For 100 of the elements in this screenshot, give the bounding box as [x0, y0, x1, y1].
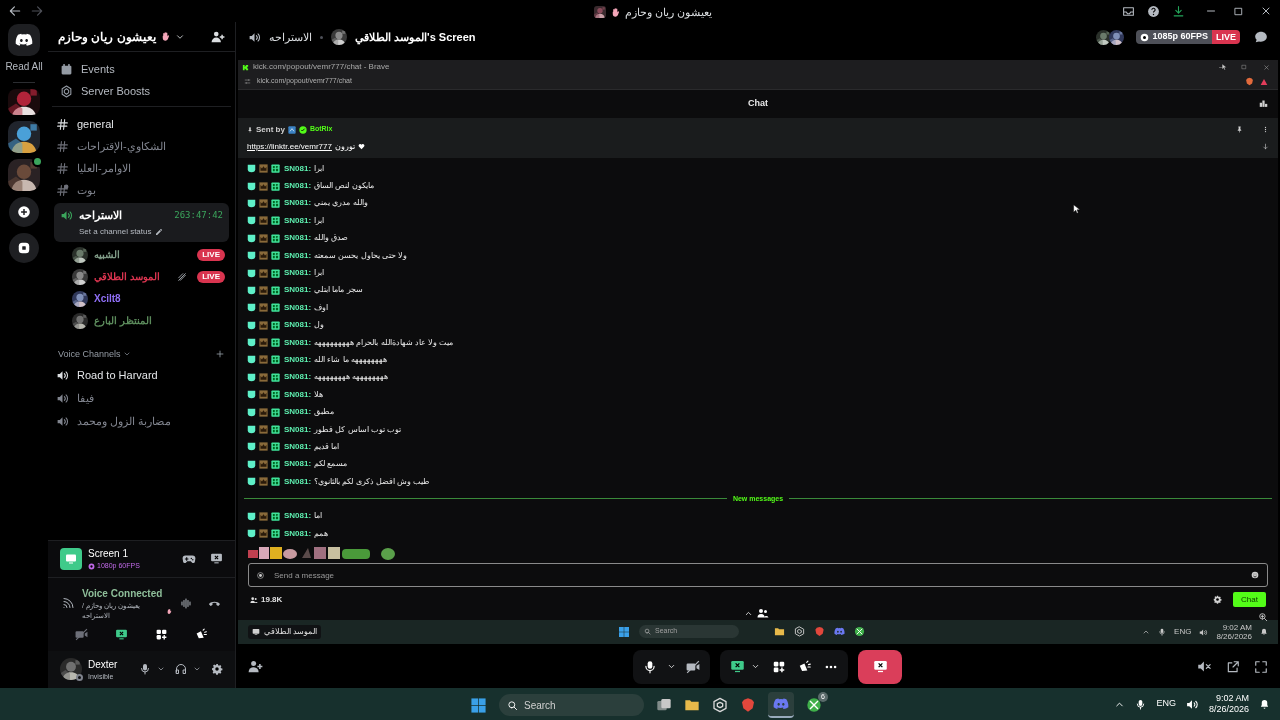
clock-time[interactable]: 9:02 AM — [1215, 693, 1249, 704]
pinned-link[interactable]: https://linktr.ee/vemr777 — [247, 140, 332, 153]
folder-icon[interactable] — [684, 697, 700, 713]
chat-username[interactable]: SN081: — [284, 284, 312, 297]
discover-button[interactable] — [9, 233, 39, 263]
mic-icon[interactable] — [1158, 628, 1167, 636]
read-all-link[interactable]: Read All — [5, 59, 43, 74]
pencil-icon[interactable] — [154, 227, 163, 236]
download-icon[interactable] — [1172, 4, 1185, 18]
member-name[interactable]: Xcilt8 — [94, 291, 121, 306]
lion-icon[interactable] — [1245, 77, 1254, 86]
chat-username[interactable]: SN081: — [284, 527, 312, 540]
member-name[interactable]: الشبيه — [94, 247, 120, 262]
add-server-button[interactable] — [9, 197, 39, 227]
app-icon[interactable] — [712, 697, 728, 713]
back-icon[interactable] — [8, 4, 22, 18]
discord-icon[interactable] — [834, 626, 845, 637]
app-icon[interactable] — [794, 626, 805, 637]
people-icon[interactable] — [757, 607, 769, 619]
chat-username[interactable]: SN081: — [284, 510, 312, 523]
chat-username[interactable]: SN081: — [284, 249, 312, 262]
channel-name[interactable]: بوت — [77, 182, 96, 199]
stop-stream-icon[interactable] — [210, 552, 223, 566]
chevron-down-icon[interactable] — [667, 662, 676, 671]
chat-username[interactable]: SN081: — [284, 301, 312, 314]
activities-icon[interactable] — [154, 627, 168, 641]
chat-send-button[interactable]: Chat — [1233, 592, 1266, 608]
help-icon[interactable] — [1147, 4, 1160, 18]
chat-username[interactable]: SN081: — [284, 388, 312, 401]
bell-icon[interactable] — [1260, 628, 1268, 636]
volume-icon[interactable] — [1199, 627, 1209, 637]
emote-menu-icon[interactable] — [257, 571, 264, 579]
triangle-icon[interactable] — [1260, 77, 1268, 86]
inbox-icon[interactable] — [1122, 4, 1135, 18]
leaderboard-icon[interactable] — [1259, 99, 1268, 108]
screen-share-icon[interactable] — [730, 659, 745, 674]
plus-icon[interactable] — [215, 349, 225, 360]
chat-username[interactable]: SN081: — [284, 371, 312, 384]
bell-icon[interactable] — [1259, 698, 1270, 710]
server-name[interactable]: يعيشون ريان وحازم — [58, 27, 156, 46]
settings-icon[interactable] — [211, 663, 223, 676]
restore-icon[interactable] — [1241, 64, 1247, 70]
channel-name[interactable]: الاستراحه — [269, 28, 312, 46]
fullscreen-icon[interactable] — [1254, 659, 1268, 674]
screen-share-icon[interactable] — [115, 627, 129, 641]
clock-date[interactable]: 8/26/2026 — [1216, 632, 1252, 641]
home-button[interactable] — [8, 24, 40, 56]
expand-icon[interactable] — [1262, 143, 1269, 150]
stop-stream-button[interactable] — [858, 649, 902, 684]
zoom-icon[interactable] — [1258, 612, 1268, 622]
category-header[interactable]: Voice Channels — [58, 347, 121, 361]
popout-icon[interactable] — [1226, 659, 1240, 674]
settings-icon[interactable] — [1213, 595, 1223, 605]
chat-username[interactable]: SN081: — [284, 232, 312, 245]
channel-name[interactable]: فيفا — [77, 389, 94, 407]
lion-icon[interactable] — [814, 626, 825, 637]
volume-muted-icon[interactable] — [1197, 659, 1212, 674]
channel-status[interactable]: Set a channel status — [79, 225, 152, 238]
mic-icon[interactable] — [139, 663, 151, 676]
more-icon[interactable] — [1262, 126, 1269, 133]
windows-logo-icon[interactable] — [618, 625, 630, 638]
maximize-icon[interactable] — [1233, 5, 1244, 17]
chat-username[interactable]: SN081: — [284, 440, 312, 453]
chat-username[interactable]: SN081: — [284, 406, 312, 419]
clock-time[interactable]: 9:02 AM — [1222, 623, 1252, 632]
soundboard-icon[interactable] — [798, 659, 812, 674]
chat-username[interactable]: SN081: — [284, 162, 312, 175]
chat-username[interactable]: SN081: — [284, 475, 312, 488]
channel-name[interactable]: Road to Harvard — [77, 366, 158, 384]
chevron-down-icon[interactable] — [751, 662, 760, 671]
chat-username[interactable]: SN081: — [284, 319, 312, 332]
pin-icon[interactable] — [1236, 126, 1243, 133]
language-indicator[interactable]: ENG — [1156, 697, 1176, 711]
search-field[interactable]: Search — [499, 694, 644, 716]
camera-off-icon[interactable] — [75, 627, 89, 641]
caret-up-icon[interactable] — [1142, 628, 1151, 636]
invite-icon[interactable] — [211, 29, 225, 44]
headphones-icon[interactable] — [175, 663, 187, 676]
invite-icon[interactable] — [248, 659, 263, 674]
chat-username[interactable]: SN081: — [284, 267, 312, 280]
discord-taskbar-button[interactable] — [768, 692, 794, 718]
activities-icon[interactable] — [772, 659, 786, 674]
chat-username[interactable]: SN081: — [284, 197, 312, 210]
chat-username[interactable]: SN081: — [284, 354, 312, 366]
chat-username[interactable]: SN081: — [284, 336, 312, 349]
chat-username[interactable]: SN081: — [284, 423, 312, 436]
folder-icon[interactable] — [774, 626, 785, 637]
chat-icon[interactable] — [1254, 30, 1268, 44]
chat-username[interactable]: SN081: — [284, 214, 312, 227]
task-view-icon[interactable] — [656, 697, 672, 713]
soundboard-icon[interactable] — [194, 627, 208, 641]
waveform-icon[interactable] — [180, 597, 193, 610]
voice-status[interactable]: Voice Connected — [82, 585, 173, 601]
emoji-icon[interactable] — [1251, 571, 1259, 580]
member-name[interactable]: المنتظر البارع — [94, 313, 152, 328]
close-icon[interactable] — [1260, 5, 1272, 17]
chat-username[interactable]: SN081: — [284, 458, 312, 471]
windows-logo-icon[interactable] — [470, 696, 487, 714]
channel-name[interactable]: general — [77, 116, 114, 133]
xbox-icon[interactable] — [854, 626, 865, 637]
